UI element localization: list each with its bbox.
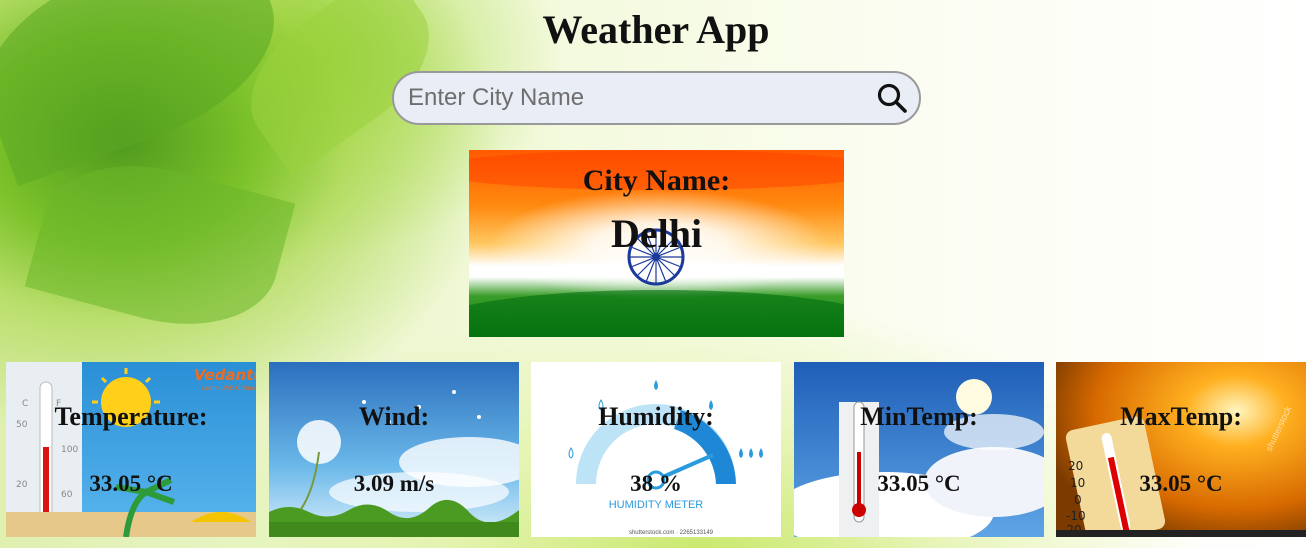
svg-text:100: 100 — [61, 445, 78, 455]
maxtemp-label: MaxTemp: — [1120, 402, 1242, 431]
humidity-card: HUMIDITY METER shutterstock.com · 226513… — [531, 362, 781, 537]
vedantu-logo-subtext: Learn LIVE Online — [202, 385, 255, 392]
stock-credit-text: shutterstock.com · 2265133149 — [629, 530, 714, 536]
humidity-meter-caption: HUMIDITY METER — [609, 499, 704, 511]
humidity-label: Humidity: — [598, 402, 714, 431]
city-name-label: City Name: — [582, 164, 731, 197]
thermometer-sun-image: CF 5010020600 Vedantu Learn LIVE Online — [6, 362, 256, 537]
wind-label: Wind: — [358, 402, 430, 431]
hot-thermometer-image: 20100-10-20 shutterstock — [1056, 362, 1306, 537]
city-card: City Name: Delhi — [469, 150, 844, 337]
maxtemp-value: 33.05 °C — [1139, 471, 1223, 496]
mintemp-card: MinTemp: 33.05 °C — [794, 362, 1044, 537]
wind-card: Wind: 3.09 m/s — [269, 362, 519, 537]
dandelion-sky-image — [269, 362, 519, 537]
search-bar — [392, 71, 921, 125]
flag-wave — [469, 290, 844, 337]
mintemp-value: 33.05 °C — [877, 471, 961, 496]
vedantu-logo-text: Vedantu — [194, 366, 256, 384]
wind-value: 3.09 m/s — [353, 471, 435, 496]
temperature-label: Temperature: — [54, 402, 208, 431]
humidity-meter-image: HUMIDITY METER shutterstock.com · 226513… — [531, 362, 781, 537]
thermometer-clouds-image — [794, 362, 1044, 537]
maxtemp-card: 20100-10-20 shutterstock MaxTemp: 33.05 … — [1056, 362, 1306, 537]
search-button[interactable] — [865, 73, 919, 123]
city-name-value: Delhi — [610, 211, 703, 256]
humidity-value: 38 % — [630, 471, 682, 496]
temperature-value: 33.05 °C — [89, 471, 173, 496]
mintemp-label: MinTemp: — [860, 402, 978, 431]
svg-text:-10: -10 — [1066, 509, 1086, 523]
background-leaf — [24, 141, 296, 349]
search-input[interactable] — [394, 73, 865, 123]
search-icon — [877, 83, 907, 113]
page-title: Weather App — [542, 7, 770, 52]
temperature-card: CF 5010020600 Vedantu Learn LIVE Online … — [6, 362, 256, 537]
